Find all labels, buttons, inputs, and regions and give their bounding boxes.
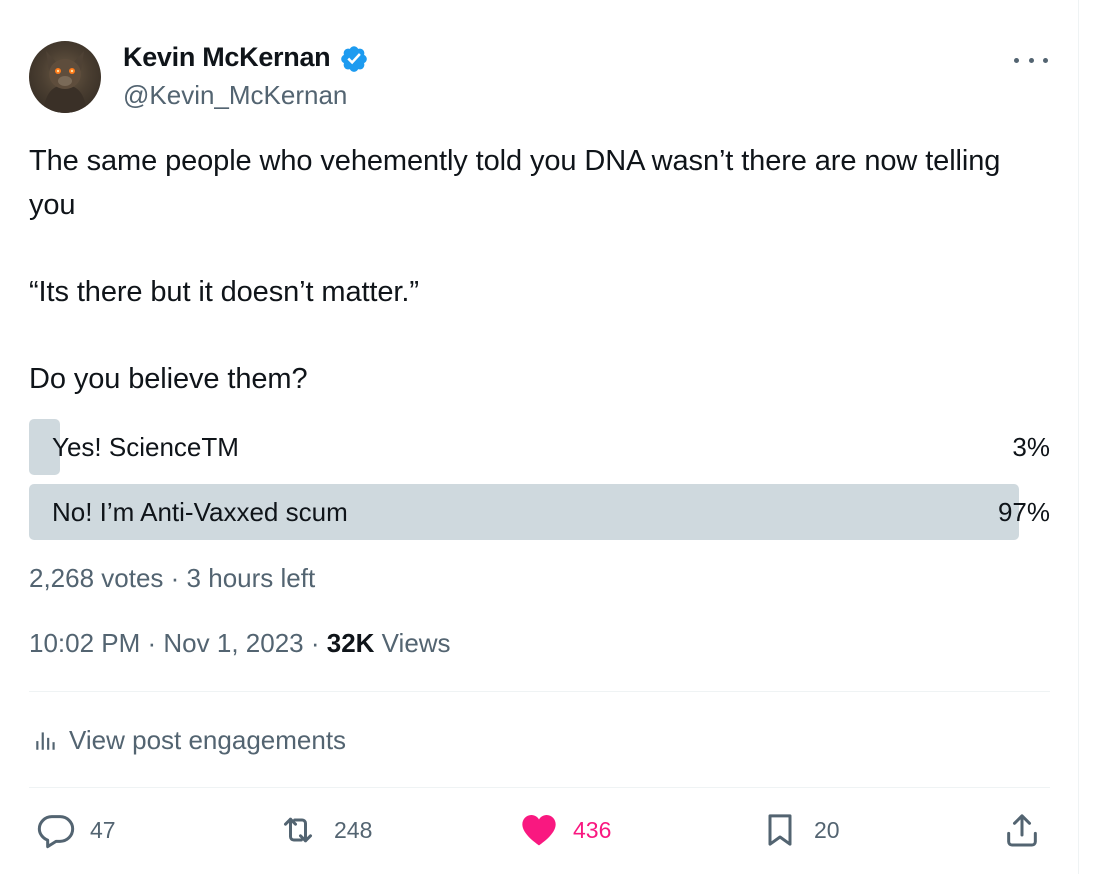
bookmark-count: 20 — [814, 816, 840, 843]
view-engagements-link[interactable]: View post engagements — [33, 722, 346, 758]
post-date[interactable]: Nov 1, 2023 — [163, 628, 303, 658]
poll-time-left: 3 hours left — [186, 563, 316, 593]
poll-option-no: No! I’m Anti-Vaxxed scum 97% — [29, 484, 1050, 540]
poll: Yes! ScienceTM 3% No! I’m Anti-Vaxxed sc… — [29, 419, 1050, 549]
tweet-line: Do you believe them? — [29, 362, 308, 395]
bookmark-button[interactable]: 20 — [760, 809, 840, 851]
post-time[interactable]: 10:02 PM — [29, 628, 140, 658]
bookmark-icon — [768, 814, 792, 846]
verified-badge-icon[interactable] — [339, 44, 369, 74]
tweet-line: The same people who vehemently told you … — [29, 145, 1001, 221]
poll-option-yes: Yes! ScienceTM 3% — [29, 419, 1050, 475]
avatar[interactable] — [29, 41, 101, 113]
timestamp-row: 10:02 PM · Nov 1, 2023 · 32K Views — [29, 628, 451, 658]
tweet-line: “Its there but it doesn’t matter.” — [29, 275, 419, 308]
divider — [29, 691, 1050, 692]
poll-option-label: Yes! ScienceTM — [52, 432, 239, 462]
poll-option-label: No! I’m Anti-Vaxxed scum — [52, 497, 348, 527]
reply-count: 47 — [90, 816, 116, 843]
tweet-text: The same people who vehemently told you … — [29, 140, 1039, 401]
repost-count: 248 — [334, 816, 373, 843]
repost-icon — [284, 817, 312, 843]
engagements-label: View post engagements — [69, 724, 347, 755]
analytics-icon — [36, 732, 55, 750]
divider — [29, 787, 1050, 788]
author-handle[interactable]: @Kevin_McKernan — [123, 80, 347, 111]
reply-icon — [37, 815, 75, 849]
like-button[interactable]: 436 — [519, 809, 611, 851]
column-border — [1078, 0, 1079, 874]
views-count: 32K — [326, 628, 375, 658]
poll-votes: 2,268 votes — [29, 563, 164, 593]
more-dot-icon — [1028, 57, 1034, 63]
tweet-detail: Kevin McKernan @Kevin_McKernan The same … — [0, 0, 1100, 874]
heart-icon — [522, 815, 556, 846]
views-label: Views — [381, 628, 451, 658]
share-icon — [1007, 814, 1037, 847]
more-options-button[interactable] — [1014, 47, 1048, 73]
reply-button[interactable]: 47 — [36, 809, 116, 851]
more-dot-icon — [1043, 57, 1048, 63]
author-name[interactable]: Kevin McKernan — [123, 42, 331, 73]
poll-option-percent: 97% — [997, 497, 1050, 527]
poll-option-percent: 3% — [1012, 432, 1050, 462]
share-button[interactable] — [1002, 809, 1042, 851]
repost-button[interactable]: 248 — [276, 809, 372, 851]
like-count: 436 — [573, 816, 612, 843]
poll-meta: 2,268 votes · 3 hours left — [29, 563, 316, 593]
more-dot-icon — [1014, 57, 1019, 63]
